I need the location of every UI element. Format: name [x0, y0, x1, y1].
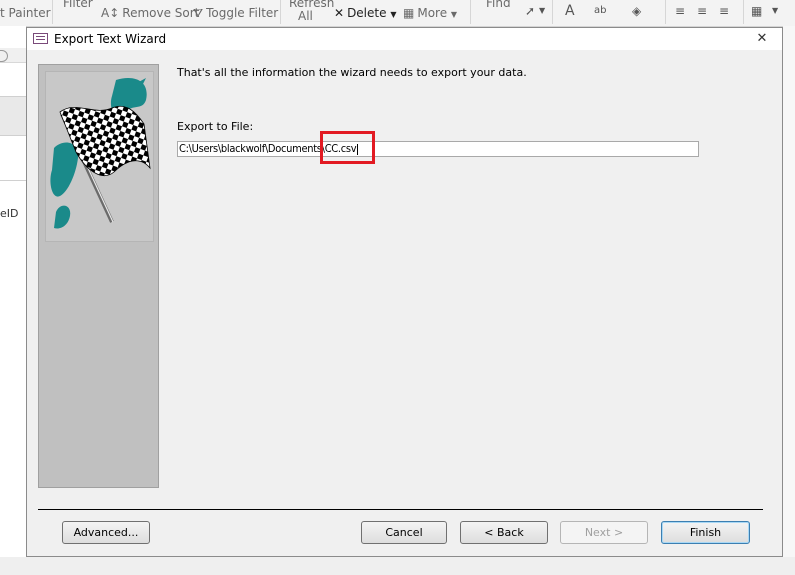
delete-button[interactable]: ✕ Delete ▼: [334, 6, 399, 20]
format-painter-label[interactable]: t Painter: [0, 6, 51, 20]
chevron-down-icon: ▼: [450, 10, 458, 19]
finish-button-label: Finish: [689, 526, 722, 539]
export-file-path-input[interactable]: C:\Users\blackwolf\Documents\CC.csv: [177, 141, 699, 157]
finish-button[interactable]: Finish: [661, 521, 750, 544]
background-bottom-strip: [0, 557, 795, 575]
align-right-icon[interactable]: ≡: [719, 5, 733, 17]
highlight-icon[interactable]: ab: [594, 5, 608, 17]
wizard-side-panel: [38, 64, 159, 488]
toggle-filter-button[interactable]: ⛛ Toggle Filter: [193, 6, 278, 21]
dialog-client-area: That's all the information the wizard ne…: [27, 50, 782, 556]
back-button[interactable]: < Back: [460, 521, 548, 544]
more-button[interactable]: ▦ More ▼: [403, 6, 460, 20]
remove-sort-label: Remove Sort: [122, 6, 200, 20]
text-caret: [357, 143, 359, 155]
button-separator: [38, 509, 763, 510]
filter-label[interactable]: Filter: [63, 0, 93, 10]
next-button-label: Next >: [584, 526, 624, 539]
path-prefix-text: C:\Users\blackwolf\Documents\: [179, 142, 325, 155]
gridlines-icon[interactable]: ▦: [751, 5, 765, 17]
ribbon-separator: [470, 0, 471, 24]
chevron-down-icon[interactable]: ▼: [539, 5, 553, 17]
export-text-wizard-dialog: Export Text Wizard ✕ That's all the info…: [26, 27, 783, 557]
cancel-button[interactable]: Cancel: [361, 521, 447, 544]
remove-sort-button[interactable]: A↕ Remove Sort: [101, 6, 199, 20]
delete-label: Delete: [347, 6, 387, 20]
checkered-flag-image: [45, 71, 154, 242]
align-center-icon[interactable]: ≡: [697, 5, 711, 17]
export-to-file-label: Export to File:: [177, 120, 254, 133]
find-label[interactable]: Find: [486, 0, 511, 10]
delete-x-icon: ✕: [334, 6, 345, 20]
background-field-label: eID: [0, 207, 19, 220]
background-navigation-pane: eID: [0, 26, 27, 575]
background-row: [0, 162, 26, 181]
more-label: More: [417, 6, 448, 20]
chevron-down-icon[interactable]: ▼: [772, 5, 786, 17]
fill-color-icon[interactable]: ◈: [632, 5, 646, 17]
refresh-all-label[interactable]: All: [298, 9, 313, 23]
select-arrow-icon[interactable]: ➚: [525, 5, 539, 17]
ribbon-separator: [552, 0, 553, 24]
close-icon[interactable]: ✕: [754, 31, 770, 47]
remove-sort-icon: A↕: [101, 6, 120, 20]
wizard-message: That's all the information the wizard ne…: [177, 66, 527, 79]
ribbon-separator: [52, 0, 53, 24]
chevron-down-icon: ▼: [390, 10, 397, 19]
background-row: [0, 96, 26, 136]
back-button-label: < Back: [484, 526, 524, 539]
font-color-icon[interactable]: A: [565, 4, 579, 18]
funnel-icon: ⛛: [193, 6, 204, 20]
dialog-title: Export Text Wizard: [54, 32, 167, 46]
advanced-button[interactable]: Advanced...: [62, 521, 150, 544]
background-right-edge: [783, 26, 795, 575]
wizard-window-icon: [33, 33, 48, 44]
path-file-text: CC.csv: [324, 142, 357, 155]
next-button[interactable]: Next >: [560, 521, 648, 544]
toggle-filter-label: Toggle Filter: [206, 6, 279, 20]
checkered-flag-icon: [50, 78, 151, 229]
cancel-button-label: Cancel: [385, 526, 423, 539]
dialog-title-bar[interactable]: Export Text Wizard ✕: [27, 28, 782, 50]
ribbon-separator: [280, 0, 281, 24]
ribbon-separator: [665, 0, 666, 24]
ribbon-separator: [743, 0, 744, 24]
grid-icon: ▦: [403, 6, 415, 20]
background-ribbon: t Painter Filter A↕ Remove Sort ⛛ Toggle F…: [0, 0, 795, 27]
advanced-button-label: Advanced...: [73, 526, 139, 539]
align-left-icon[interactable]: ≡: [675, 5, 689, 17]
